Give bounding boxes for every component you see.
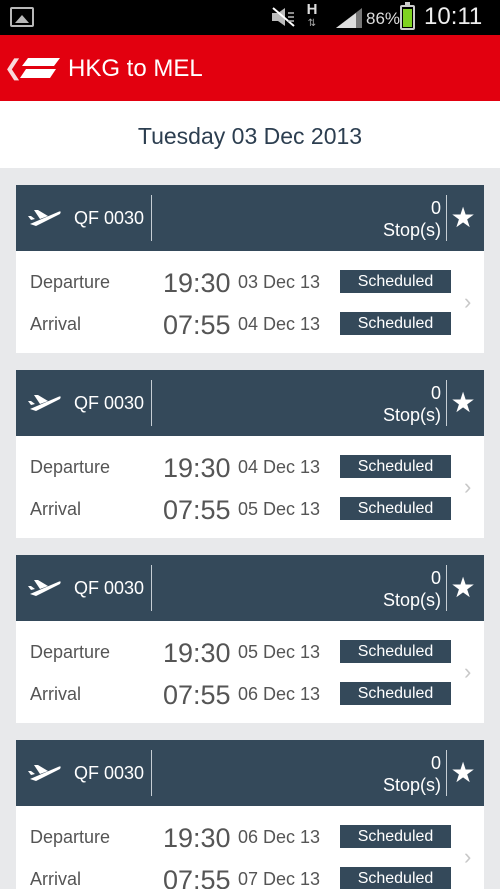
departure-date: 06 Dec 13 xyxy=(238,827,321,847)
arrival-date: 06 Dec 13 xyxy=(238,684,321,704)
arrival-date: 04 Dec 13 xyxy=(238,314,321,334)
arrival-date: 07 Dec 13 xyxy=(238,869,321,889)
arrival-status-badge: Scheduled xyxy=(340,682,451,705)
arrival-label: Arrival xyxy=(30,684,82,704)
flight-card[interactable]: QF 0030 0 Stop(s) ★ Departure 19:30 03 De… xyxy=(16,185,484,353)
chevron-right-icon[interactable]: › xyxy=(464,844,471,870)
flight-card-header: QF 0030 0 Stop(s) ★ xyxy=(16,555,484,621)
divider xyxy=(151,380,152,426)
arrival-time: 07:55 xyxy=(163,865,231,889)
flight-card-header: QF 0030 0 Stop(s) ★ xyxy=(16,740,484,806)
departure-time: 19:30 xyxy=(163,453,231,483)
departure-label: Departure xyxy=(30,457,111,477)
arrival-date: 05 Dec 13 xyxy=(238,499,321,519)
airplane-icon xyxy=(28,580,61,596)
favorite-star-icon[interactable]: ★ xyxy=(448,388,478,418)
airline-logo-icon[interactable] xyxy=(20,56,60,80)
departure-date: 03 Dec 13 xyxy=(238,272,321,292)
divider xyxy=(151,195,152,241)
arrival-status-badge: Scheduled xyxy=(340,312,451,335)
flight-card[interactable]: QF 0030 0 Stop(s) ★ Departure 19:30 05 De… xyxy=(16,555,484,723)
network-type-icon: H ⇅ xyxy=(306,1,318,29)
stops-info: 0 Stop(s) xyxy=(382,753,441,795)
departure-status-badge: Scheduled xyxy=(340,270,451,293)
battery-percent: 86% xyxy=(366,9,401,28)
arrival-label: Arrival xyxy=(30,869,82,889)
mute-icon xyxy=(272,7,295,27)
airplane-icon xyxy=(28,395,61,411)
flight-number: QF 0030 xyxy=(74,393,145,413)
departure-time: 19:30 xyxy=(163,268,231,298)
divider xyxy=(151,565,152,611)
arrival-label: Arrival xyxy=(30,314,82,334)
stops-info: 0 Stop(s) xyxy=(382,568,441,610)
arrival-time: 07:55 xyxy=(163,310,231,340)
flight-card[interactable]: QF 0030 0 Stop(s) ★ Departure 19:30 04 De… xyxy=(16,370,484,538)
flight-number: QF 0030 xyxy=(74,578,145,598)
departure-date: 05 Dec 13 xyxy=(238,642,321,662)
clock: 10:11 xyxy=(424,3,483,30)
page-title: HKG to MEL xyxy=(68,55,203,82)
divider xyxy=(446,195,447,241)
selected-date: Tuesday 03 Dec 2013 xyxy=(137,123,363,149)
departure-date: 04 Dec 13 xyxy=(238,457,321,477)
airplane-icon xyxy=(28,210,61,226)
battery-icon xyxy=(400,2,415,30)
departure-time: 19:30 xyxy=(163,823,231,853)
image-notification-icon xyxy=(10,7,34,27)
arrival-time: 07:55 xyxy=(163,495,231,525)
arrival-time: 07:55 xyxy=(163,680,231,710)
favorite-star-icon[interactable]: ★ xyxy=(448,573,478,603)
departure-time: 19:30 xyxy=(163,638,231,668)
departure-status-badge: Scheduled xyxy=(340,455,451,478)
flight-number: QF 0030 xyxy=(74,763,145,783)
departure-label: Departure xyxy=(30,642,111,662)
departure-label: Departure xyxy=(30,272,111,292)
flight-card[interactable]: QF 0030 0 Stop(s) ★ Departure 19:30 06 De… xyxy=(16,740,484,889)
divider xyxy=(151,750,152,796)
divider xyxy=(446,380,447,426)
divider xyxy=(446,565,447,611)
stops-info: 0 Stop(s) xyxy=(382,383,441,425)
favorite-star-icon[interactable]: ★ xyxy=(448,758,478,788)
flight-number: QF 0030 xyxy=(74,208,145,228)
status-bar: H ⇅ 86% 10:11 xyxy=(0,0,500,35)
chevron-right-icon[interactable]: › xyxy=(464,474,471,500)
arrival-status-badge: Scheduled xyxy=(340,497,451,520)
departure-status-badge: Scheduled xyxy=(340,640,451,663)
app-bar: ❮ HKG to MEL xyxy=(0,35,500,101)
airplane-icon xyxy=(28,765,61,781)
departure-status-badge: Scheduled xyxy=(340,825,451,848)
departure-label: Departure xyxy=(30,827,111,847)
divider xyxy=(446,750,447,796)
chevron-right-icon[interactable]: › xyxy=(464,289,471,315)
arrival-label: Arrival xyxy=(30,499,82,519)
signal-icon xyxy=(336,8,362,28)
arrival-status-badge: Scheduled xyxy=(340,867,451,889)
flight-card-header: QF 0030 0 Stop(s) ★ xyxy=(16,185,484,251)
stops-info: 0 Stop(s) xyxy=(382,198,441,240)
chevron-right-icon[interactable]: › xyxy=(464,659,471,685)
favorite-star-icon[interactable]: ★ xyxy=(448,203,478,233)
date-header: Tuesday 03 Dec 2013 xyxy=(0,101,500,168)
flight-card-header: QF 0030 0 Stop(s) ★ xyxy=(16,370,484,436)
